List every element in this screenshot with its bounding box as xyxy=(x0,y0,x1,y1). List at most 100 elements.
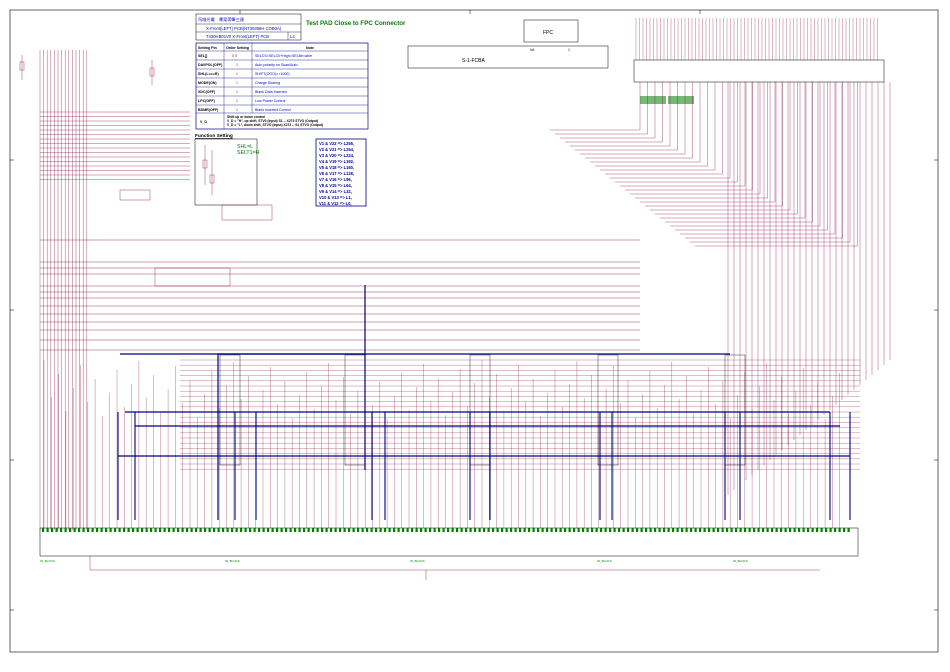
connector-pin xyxy=(672,528,675,532)
table-row-pin: BDMR(OFF) xyxy=(198,108,219,112)
connector-pin xyxy=(834,528,837,532)
connector-pin xyxy=(42,528,45,532)
connector-pin xyxy=(681,528,684,532)
fpc-connector: FPC S-1-FCBA N4 1 xyxy=(407,19,609,69)
connector-pin xyxy=(361,528,364,532)
connector-pin xyxy=(325,528,328,532)
connector-pin xyxy=(163,528,166,532)
connector-pin xyxy=(676,528,679,532)
connector-pin xyxy=(96,528,99,532)
connector-pin xyxy=(330,528,333,532)
connector-pin xyxy=(505,528,508,532)
connector-pin xyxy=(51,528,54,532)
title-line2: X-Front(LEFT) PCB(NT39366H COB0A) xyxy=(206,26,282,31)
connector-pin xyxy=(438,528,441,532)
connector-pin xyxy=(748,528,751,532)
connector-pin xyxy=(415,528,418,532)
connector-pin xyxy=(496,528,499,532)
connector-pin xyxy=(262,528,265,532)
connector-pin xyxy=(591,528,594,532)
connector-pin xyxy=(100,528,103,532)
connector-pin xyxy=(478,528,481,532)
connector-pin xyxy=(825,528,828,532)
connector-pin xyxy=(492,528,495,532)
connector-pin xyxy=(843,528,846,532)
connector-pin xyxy=(240,528,243,532)
connector-pin xyxy=(312,528,315,532)
connector-pin xyxy=(141,528,144,532)
connector-pin xyxy=(663,528,666,532)
connector-pin xyxy=(168,528,171,532)
voltage-map-entry: V11 & V12 => L0, xyxy=(319,201,352,206)
voltage-map-entry: V6 & V17 => L128, xyxy=(319,171,354,176)
connector-pin xyxy=(294,528,297,532)
table-row-order: 1 xyxy=(236,72,238,76)
connector-pin xyxy=(352,528,355,532)
connector-pin xyxy=(316,528,319,532)
connector-pin xyxy=(604,528,607,532)
connector-pin xyxy=(186,528,189,532)
connector-pin xyxy=(307,528,310,532)
fpc-part: S-1-FCBA xyxy=(462,58,485,64)
connector-pin xyxy=(802,528,805,532)
connector-pin xyxy=(577,528,580,532)
connector-pin xyxy=(483,528,486,532)
selt-setting: SELT1=H xyxy=(237,150,260,156)
table-row-note: Blank Inserted Control xyxy=(255,108,291,112)
connector-label: IN_BLOCK xyxy=(410,559,425,563)
connector-pin xyxy=(627,528,630,532)
connector-pin xyxy=(820,528,823,532)
voltage-map-entry: V7 & V16 => L96, xyxy=(319,177,352,182)
connector-pin xyxy=(69,528,72,532)
connector-pin xyxy=(258,528,261,532)
table-header-note: Note xyxy=(306,46,314,50)
table-row-order: 1 xyxy=(236,90,238,94)
connector-pin xyxy=(222,528,225,532)
connector-pin xyxy=(172,528,175,532)
connector-pin xyxy=(465,528,468,532)
table-row-order: 0 0 xyxy=(232,54,237,58)
connector-pin xyxy=(595,528,598,532)
connector-pin xyxy=(397,528,400,532)
connector-pin xyxy=(541,528,544,532)
title-line3: T430HB01V0 X-Front(LEFT) PCB xyxy=(206,34,269,39)
connector-pin xyxy=(744,528,747,532)
table-row-note: Blank Data Inserted xyxy=(255,90,287,94)
connector-pin xyxy=(685,528,688,532)
function-setting: Function Setting SHL=L SELT1=H xyxy=(194,133,260,206)
connector-pin xyxy=(474,528,477,532)
connector-pin xyxy=(753,528,756,532)
connector-pin xyxy=(838,528,841,532)
connector-pin xyxy=(424,528,427,532)
connector-pin xyxy=(469,528,472,532)
connector-pin xyxy=(370,528,373,532)
connector-pin xyxy=(654,528,657,532)
connector-pin xyxy=(204,528,207,532)
schematic-sheet: 氘唯光電 專案帶筆三建 X-Front(LEFT) PCB(NT39366H C… xyxy=(9,9,939,653)
connector-pin xyxy=(105,528,108,532)
connector-pin xyxy=(280,528,283,532)
connector-pin xyxy=(442,528,445,532)
bottom-connectors: IN_BLOCK IN_BLOCK IN_BLOCK IN_BLOCK IN_B… xyxy=(39,527,859,580)
connector-pin xyxy=(532,528,535,532)
connector-pin xyxy=(73,528,76,532)
connector-pin xyxy=(762,528,765,532)
connector-pin xyxy=(730,528,733,532)
connector-pin xyxy=(559,528,562,532)
connector-pin xyxy=(613,528,616,532)
connector-pin xyxy=(46,528,49,532)
connector-pin xyxy=(181,528,184,532)
connector-pin xyxy=(829,528,832,532)
connector-pin xyxy=(523,528,526,532)
table-row-note: Low Power Control xyxy=(255,99,286,103)
voltage-map-entry: V1 & V22 => L255, xyxy=(319,141,354,146)
connector-pin xyxy=(789,528,792,532)
vd-note: V_D = "L", down shift, STVO (Input) X273… xyxy=(227,123,323,127)
connector-pin xyxy=(109,528,112,532)
connector-pin xyxy=(631,528,634,532)
connector-pin xyxy=(708,528,711,532)
connector-pin xyxy=(303,528,306,532)
connector-pin xyxy=(757,528,760,532)
connector-pin xyxy=(285,528,288,532)
connector-pin xyxy=(406,528,409,532)
